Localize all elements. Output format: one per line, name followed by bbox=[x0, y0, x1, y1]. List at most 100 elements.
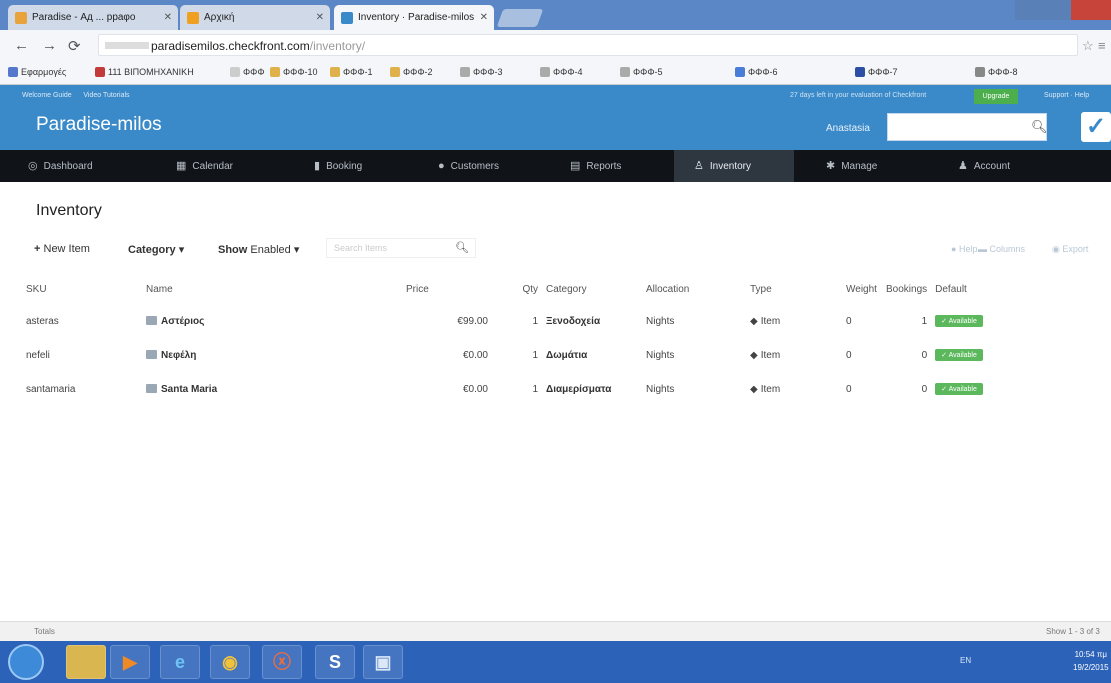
support-link[interactable]: Support · Help bbox=[1044, 92, 1089, 99]
nav-inventory[interactable]: ♙ Inventory bbox=[674, 150, 794, 182]
image-icon bbox=[146, 349, 157, 359]
browser-tab-2[interactable]: Αρχική ✕ bbox=[180, 5, 330, 30]
bookmark-icon bbox=[390, 67, 400, 77]
close-tab-icon[interactable]: ✕ bbox=[316, 12, 324, 23]
chrome-icon[interactable]: ◉ bbox=[210, 645, 250, 679]
back-arrow-icon[interactable]: ← bbox=[14, 37, 29, 54]
column-header-default[interactable]: Default bbox=[931, 274, 1011, 304]
media-player-icon[interactable]: ▶ bbox=[110, 645, 150, 679]
nav-account[interactable]: ♟ Account bbox=[958, 150, 1068, 182]
cell-name[interactable]: Αστέριος bbox=[142, 304, 402, 338]
nav-calendar[interactable]: ▦ Calendar bbox=[176, 150, 296, 182]
minimize-button[interactable] bbox=[1015, 0, 1043, 20]
columns-button[interactable]: ▬ Columns bbox=[978, 244, 1025, 254]
main-navigation: ◎ Dashboard ▦ Calendar ▮ Booking ● Customers… bbox=[0, 150, 1111, 182]
search-icon[interactable]: 🔍︎ bbox=[1031, 119, 1048, 135]
column-header-bookings[interactable]: Bookings bbox=[882, 274, 931, 304]
nav-reports[interactable]: ▤ Reports bbox=[570, 150, 680, 182]
bookmark-icon bbox=[230, 67, 240, 77]
inventory-search-input[interactable]: Search Items 🔍︎ bbox=[326, 238, 476, 258]
new-tab-button[interactable] bbox=[496, 9, 544, 27]
chevron-down-icon: ▾ bbox=[178, 244, 185, 256]
reload-icon[interactable]: ⟳ bbox=[68, 37, 81, 55]
table-row[interactable]: nefeli Νεφέλη €0.00 1 Δωμάτια Nights ◆ It… bbox=[22, 338, 1011, 372]
upgrade-button[interactable]: Upgrade bbox=[974, 89, 1018, 104]
new-item-button[interactable]: + New Item bbox=[34, 243, 90, 255]
column-header-category[interactable]: Category bbox=[542, 274, 642, 304]
bookmark-item[interactable]: ΦΦΦ-3 bbox=[460, 67, 503, 77]
close-tab-icon[interactable]: ✕ bbox=[480, 12, 488, 23]
category-filter[interactable]: Category ▾ bbox=[128, 243, 184, 256]
cell-type: ◆ Item bbox=[750, 349, 781, 361]
column-header-sku[interactable]: SKU bbox=[22, 274, 142, 304]
close-tab-icon[interactable]: ✕ bbox=[164, 12, 172, 23]
star-icon[interactable]: ☆ bbox=[1082, 38, 1094, 54]
nav-dashboard[interactable]: ◎ Dashboard bbox=[28, 150, 148, 182]
xampp-icon[interactable]: ⓧ bbox=[262, 645, 302, 679]
bookmark-apps[interactable]: Εφαρμογές bbox=[8, 67, 66, 77]
status-badge[interactable]: ✓ Available bbox=[935, 315, 983, 327]
system-clock[interactable]: 10:54 πμ 19/2/2015 bbox=[1073, 648, 1109, 674]
user-name[interactable]: Anastasia bbox=[826, 123, 870, 134]
help-button[interactable]: ● Help bbox=[951, 244, 977, 254]
nav-booking[interactable]: ▮ Booking bbox=[314, 150, 434, 182]
language-indicator[interactable]: EN bbox=[960, 656, 971, 665]
brand-title[interactable]: Paradise-milos bbox=[36, 114, 162, 136]
browser-tab-active[interactable]: Inventory · Paradise-milos ✕ bbox=[334, 5, 494, 30]
show-filter[interactable]: Show Enabled ▾ bbox=[218, 243, 299, 256]
bookmark-item[interactable]: ΦΦΦ-8 bbox=[975, 67, 1018, 77]
search-icon[interactable]: 🔍︎ bbox=[455, 241, 469, 254]
bookmark-item[interactable]: ΦΦΦ-10 bbox=[270, 67, 318, 77]
cell-category: Δωμάτια bbox=[546, 349, 588, 361]
forward-arrow-icon[interactable]: → bbox=[42, 37, 57, 54]
table-row[interactable]: asteras Αστέριος €99.00 1 Ξενοδοχεία Nig… bbox=[22, 304, 1011, 338]
browser-tab-1[interactable]: Paradise - Ад ... ppaφο ✕ bbox=[8, 5, 178, 30]
app-header: Welcome Guide Video Tutorials 27 days le… bbox=[0, 85, 1111, 150]
global-search-input[interactable]: 🔍︎ bbox=[887, 113, 1048, 141]
column-header-price[interactable]: Price bbox=[402, 274, 492, 304]
welcome-guide-link[interactable]: Welcome Guide bbox=[22, 92, 72, 99]
cell-default: ✓ Available bbox=[931, 372, 1011, 406]
maximize-button[interactable] bbox=[1043, 0, 1071, 20]
image-icon bbox=[146, 315, 157, 325]
column-header-qty[interactable]: Qty bbox=[492, 274, 542, 304]
window-close-button[interactable] bbox=[1071, 0, 1111, 20]
bookmark-item[interactable]: ΦΦΦ-6 bbox=[735, 67, 778, 77]
browser-toolbar: ← → ⟳ paradisemilos.checkfront.com/inven… bbox=[0, 30, 1111, 60]
table-footer: Totals Show 1 - 3 of 3 bbox=[0, 621, 1111, 641]
cell-name[interactable]: Santa Maria bbox=[142, 372, 402, 406]
internet-explorer-icon[interactable]: e bbox=[160, 645, 200, 679]
status-badge[interactable]: ✓ Available bbox=[935, 349, 983, 361]
plus-icon: + bbox=[34, 243, 41, 255]
start-button[interactable] bbox=[8, 644, 44, 680]
bookmark-icon bbox=[735, 67, 745, 77]
bookmark-item[interactable]: ΦΦΦ-2 bbox=[390, 67, 433, 77]
cell-default: ✓ Available bbox=[931, 304, 1011, 338]
bookmark-item[interactable]: ΦΦΦ-1 bbox=[330, 67, 373, 77]
skype-icon[interactable]: S bbox=[315, 645, 355, 679]
column-header-type[interactable]: Type bbox=[746, 274, 842, 304]
cell-type: ◆ Item bbox=[750, 383, 781, 395]
bookmark-item[interactable]: ΦΦΦ-7 bbox=[855, 67, 898, 77]
address-bar[interactable]: paradisemilos.checkfront.com/inventory/ bbox=[98, 34, 1078, 56]
bookmark-item[interactable]: ΦΦΦ-4 bbox=[540, 67, 583, 77]
bookmark-icon bbox=[540, 67, 550, 77]
nav-customers[interactable]: ● Customers bbox=[438, 150, 558, 182]
app-window-icon[interactable]: ▣ bbox=[363, 645, 403, 679]
nav-manage[interactable]: ✱ Manage bbox=[826, 150, 936, 182]
status-badge[interactable]: ✓ Available bbox=[935, 383, 983, 395]
menu-icon[interactable]: ≡ bbox=[1098, 38, 1106, 53]
bookmark-item[interactable]: ΦΦΦ-5 bbox=[620, 67, 663, 77]
column-header-weight[interactable]: Weight bbox=[842, 274, 882, 304]
inventory-table: SKU Name Price Qty Category Allocation T… bbox=[22, 274, 1011, 406]
column-header-name[interactable]: Name bbox=[142, 274, 402, 304]
table-row[interactable]: santamaria Santa Maria €0.00 1 Διαμερίσμ… bbox=[22, 372, 1011, 406]
column-header-allocation[interactable]: Allocation bbox=[642, 274, 746, 304]
export-button[interactable]: ◉ Export bbox=[1052, 244, 1088, 255]
cell-name[interactable]: Νεφέλη bbox=[142, 338, 402, 372]
cell-sku: asteras bbox=[26, 315, 59, 327]
video-tutorials-link[interactable]: Video Tutorials bbox=[83, 92, 129, 99]
file-explorer-icon[interactable] bbox=[66, 645, 106, 679]
bookmark-item[interactable]: 111 ΒΙΠΟΜΗΧΑΝΙΚΗ bbox=[95, 67, 194, 77]
bookmark-item[interactable]: ΦΦΦ bbox=[230, 67, 265, 77]
